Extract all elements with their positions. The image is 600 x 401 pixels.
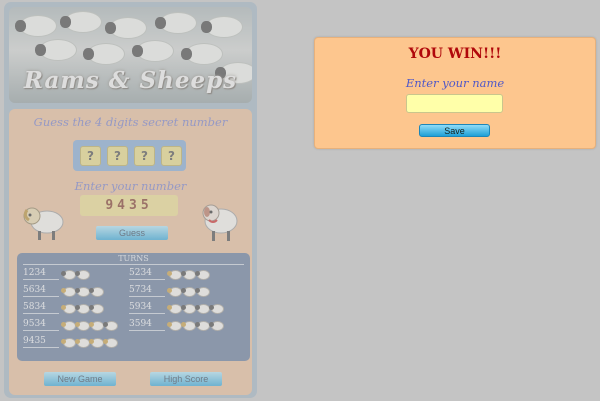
sheep-icon [61,269,76,280]
flock-sheep [83,43,125,65]
turns-header: TURNS [23,254,244,265]
turn-result [61,320,118,331]
sheep-character-icon [202,204,238,241]
win-title: YOU WIN!!! [408,46,502,62]
turn-number: 9435 [23,336,59,348]
sheep-icon [209,320,224,331]
turn-number: 9534 [23,319,59,331]
turn-row: 5934 [129,301,224,315]
flock-sheep [181,43,223,65]
ram-icon [181,320,196,331]
ram-icon [61,303,76,314]
guess-button[interactable]: Guess [96,226,168,240]
turn-number: 5634 [23,285,59,297]
ram-icon [61,320,76,331]
ram-icon [75,320,90,331]
flock-sheep [60,11,102,33]
turn-result [167,320,224,331]
secret-digit: ? [161,146,182,166]
turn-row: 5234 [129,267,210,281]
secret-digit: ? [134,146,155,166]
turn-result [167,269,210,280]
enter-number-label: Enter your number [74,179,187,193]
flock-sheep [105,17,147,39]
sheep-icon [181,303,196,314]
turn-result [167,286,210,297]
turn-number: 5834 [23,302,59,314]
secret-digit: ? [80,146,101,166]
turn-number: 5234 [129,268,165,280]
sheep-icon [195,286,210,297]
ram-icon [167,286,182,297]
play-panel: Guess the 4 digits secret number ? ? ? ?… [9,109,252,395]
flock-sheep [15,15,57,37]
turn-row: 5634 [23,284,104,298]
banner: Rams & Sheeps [9,7,252,103]
ram-icon [61,286,76,297]
turn-number: 5734 [129,285,165,297]
new-game-button[interactable]: New Game [44,372,116,386]
turn-number: 1234 [23,268,59,280]
save-button[interactable]: Save [419,124,490,137]
turn-result [167,303,224,314]
turn-row: 5834 [23,301,104,315]
ram-character-icon [23,207,64,240]
flock-sheep [132,40,174,62]
ram-icon [103,337,118,348]
ram-icon [167,320,182,331]
ram-icon [167,269,182,280]
turns-panel: TURNS 1234 5634 5834 9534 9435 5234 5734 5934 35… [17,253,250,361]
sheep-icon [75,286,90,297]
banner-title: Rams & Sheeps [23,67,238,94]
sheep-icon [195,303,210,314]
turn-result [61,303,104,314]
subtitle: Guess the 4 digits secret number [33,115,228,129]
sheep-icon [209,303,224,314]
flock-sheep [35,39,77,61]
ram-icon [89,320,104,331]
turn-row: 3594 [129,318,224,332]
sheep-icon [75,303,90,314]
game-board: Rams & Sheeps Guess the 4 digits secret … [4,2,257,398]
sheep-icon [89,286,104,297]
sheep-icon [195,320,210,331]
sheep-icon [89,303,104,314]
secret-digit: ? [107,146,128,166]
ram-icon [61,337,76,348]
flock-sheep [155,12,197,34]
sheep-icon [195,269,210,280]
turn-result [61,269,90,280]
turn-row: 9534 [23,318,118,332]
win-dialog: YOU WIN!!! Enter your name Save [314,37,596,149]
sheep-icon [181,269,196,280]
turn-number: 5934 [129,302,165,314]
turn-result [61,337,118,348]
secret-number-box: ? ? ? ? [73,140,186,171]
flock-sheep [201,16,243,38]
sheep-icon [103,320,118,331]
ram-icon [167,303,182,314]
ram-icon [75,337,90,348]
sheep-icon [181,286,196,297]
turn-number: 3594 [129,319,165,331]
ram-icon [89,337,104,348]
name-label: Enter your name [405,76,505,90]
turn-result [61,286,104,297]
name-input[interactable] [406,94,503,113]
turn-row: 9435 [23,335,118,349]
turn-row: 1234 [23,267,90,281]
sheep-icon [75,269,90,280]
high-score-button[interactable]: High Score [150,372,222,386]
number-input[interactable] [80,195,178,216]
turn-row: 5734 [129,284,210,298]
